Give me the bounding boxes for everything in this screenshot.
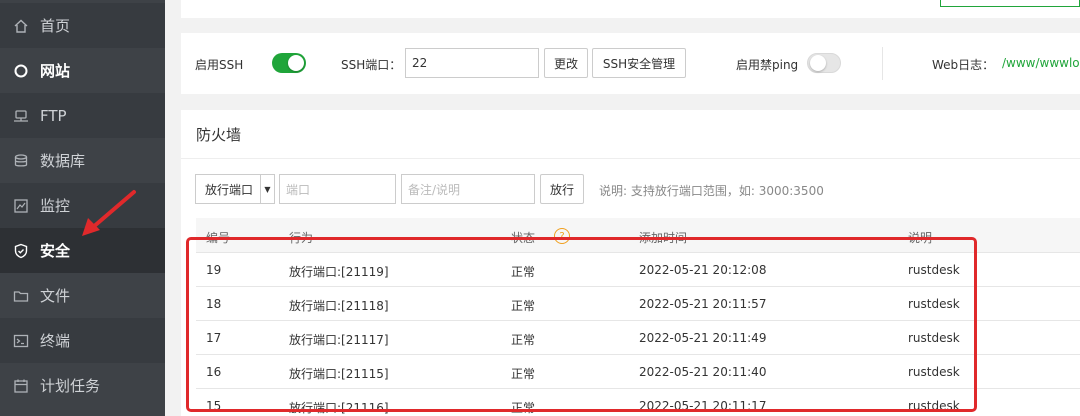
table-row[interactable]: 16 放行端口:[21115] 正常 2022-05-21 20:11:40 r… xyxy=(196,355,1080,389)
table-row[interactable]: 15 放行端口:[21116] 正常 2022-05-21 20:11:17 r… xyxy=(196,389,1080,416)
row-id: 17 xyxy=(206,331,222,345)
row-note: rustdesk xyxy=(908,399,960,413)
weblog-label: Web日志： xyxy=(932,58,995,72)
row-action: 放行端口:[21118] xyxy=(289,299,389,313)
toggle-knob xyxy=(810,55,826,71)
sidebar-item-monitor[interactable]: 监控 xyxy=(0,183,165,228)
shield-icon xyxy=(13,243,29,259)
table-row[interactable]: 18 放行端口:[21118] 正常 2022-05-21 20:11:57 r… xyxy=(196,287,1080,321)
top-card xyxy=(181,0,1080,18)
row-note: rustdesk xyxy=(908,297,960,311)
sidebar-item-ftp[interactable]: FTP xyxy=(0,93,165,138)
row-time: 2022-05-21 20:11:57 xyxy=(639,297,767,311)
row-status: 正常 xyxy=(511,367,536,381)
divider xyxy=(181,158,1080,159)
ping-toggle[interactable] xyxy=(807,53,841,73)
row-status: 正常 xyxy=(511,333,536,347)
note-input[interactable]: 备注/说明 xyxy=(401,174,535,204)
row-action: 放行端口:[21116] xyxy=(289,401,389,415)
ssh-port-input[interactable]: 22 xyxy=(405,48,539,78)
row-id: 16 xyxy=(206,365,222,379)
table-row[interactable]: 19 放行端口:[21119] 正常 2022-05-21 20:12:08 r… xyxy=(196,253,1080,287)
firewall-type-select[interactable]: 放行端口 ▼ xyxy=(195,174,275,204)
allow-port-button[interactable]: 放行 xyxy=(540,174,584,204)
row-time: 2022-05-21 20:11:17 xyxy=(639,399,767,413)
sidebar-item-label: 首页 xyxy=(40,17,71,35)
column-header: 添加时间 xyxy=(639,231,688,245)
toggle-knob xyxy=(288,55,304,71)
ssh-enable-label: 启用SSH xyxy=(195,58,244,72)
firewall-hint: 说明: 支持放行端口范围，如: 3000:3500 xyxy=(599,184,824,198)
select-value: 放行端口 xyxy=(205,182,254,197)
row-status: 正常 xyxy=(511,401,536,415)
sidebar-item-label: 安全 xyxy=(40,242,71,260)
divider xyxy=(882,47,883,80)
folder-icon xyxy=(13,288,29,304)
sidebar-item-website[interactable]: 网站 xyxy=(0,48,165,93)
sidebar-item-label: FTP xyxy=(40,106,67,125)
table-header: 编号 行为 状态 ? 添加时间 说明 xyxy=(196,218,1080,253)
chevron-down-icon: ▼ xyxy=(260,175,274,203)
terminal-icon xyxy=(13,333,29,349)
sidebar-item-label: 网站 xyxy=(40,62,71,80)
row-action: 放行端口:[21117] xyxy=(289,333,389,347)
ping-label: 启用禁ping xyxy=(736,58,799,72)
row-status: 正常 xyxy=(511,265,536,279)
table-row[interactable]: 17 放行端口:[21117] 正常 2022-05-21 20:11:49 r… xyxy=(196,321,1080,355)
firewall-card: 防火墙 放行端口 ▼ 端口 备注/说明 放行 说明: 支持放行端口范围，如: 3… xyxy=(181,110,1080,416)
column-header: 编号 xyxy=(206,231,231,245)
help-icon[interactable]: ? xyxy=(554,228,570,244)
database-icon xyxy=(13,153,29,169)
sidebar-item-label: 文件 xyxy=(40,287,71,305)
row-id: 18 xyxy=(206,297,222,311)
row-status: 正常 xyxy=(511,299,536,313)
top-card-green-box xyxy=(940,0,1080,7)
calendar-icon xyxy=(13,378,29,394)
column-header: 状态 xyxy=(511,231,536,245)
sidebar-item-label: 终端 xyxy=(40,332,71,350)
row-id: 15 xyxy=(206,399,222,413)
ssh-enable-toggle[interactable] xyxy=(272,53,306,73)
sidebar-item-terminal[interactable]: 终端 xyxy=(0,318,165,363)
column-header: 行为 xyxy=(289,231,314,245)
home-icon xyxy=(13,18,29,34)
row-action: 放行端口:[21119] xyxy=(289,265,389,279)
change-port-button[interactable]: 更改 xyxy=(544,48,588,78)
weblog-path-link[interactable]: /www/wwwlo xyxy=(1002,56,1080,70)
sidebar-item-label: 计划任务 xyxy=(40,377,101,395)
monitor-icon xyxy=(13,198,29,214)
row-note: rustdesk xyxy=(908,365,960,379)
row-time: 2022-05-21 20:11:40 xyxy=(639,365,767,379)
row-note: rustdesk xyxy=(908,331,960,345)
sidebar-item-files[interactable]: 文件 xyxy=(0,273,165,318)
port-input[interactable]: 端口 xyxy=(279,174,396,204)
sidebar-item-label: 数据库 xyxy=(40,152,86,170)
row-note: rustdesk xyxy=(908,263,960,277)
row-time: 2022-05-21 20:12:08 xyxy=(639,263,767,277)
main-content: 启用SSH SSH端口： 22 更改 SSH安全管理 启用禁ping Web日志… xyxy=(165,0,1080,416)
ftp-icon xyxy=(13,108,29,124)
firewall-title: 防火墙 xyxy=(196,126,242,144)
sidebar-item-database[interactable]: 数据库 xyxy=(0,138,165,183)
sidebar-item-security[interactable]: 安全 xyxy=(0,228,165,273)
sidebar: 首页 网站 FTP 数据库 监控 安全 文件 终端 计划任务 xyxy=(0,0,165,416)
ssh-port-label: SSH端口： xyxy=(341,58,402,72)
sidebar-item-cron[interactable]: 计划任务 xyxy=(0,363,165,408)
column-header: 说明 xyxy=(908,231,933,245)
website-icon xyxy=(13,63,29,79)
sidebar-item-label: 监控 xyxy=(40,197,71,215)
row-id: 19 xyxy=(206,263,222,277)
row-action: 放行端口:[21115] xyxy=(289,367,389,381)
ssh-security-manage-button[interactable]: SSH安全管理 xyxy=(592,48,686,78)
ssh-settings-card: 启用SSH SSH端口： 22 更改 SSH安全管理 启用禁ping Web日志… xyxy=(181,33,1080,94)
sidebar-item-home[interactable]: 首页 xyxy=(0,3,165,48)
row-time: 2022-05-21 20:11:49 xyxy=(639,331,767,345)
